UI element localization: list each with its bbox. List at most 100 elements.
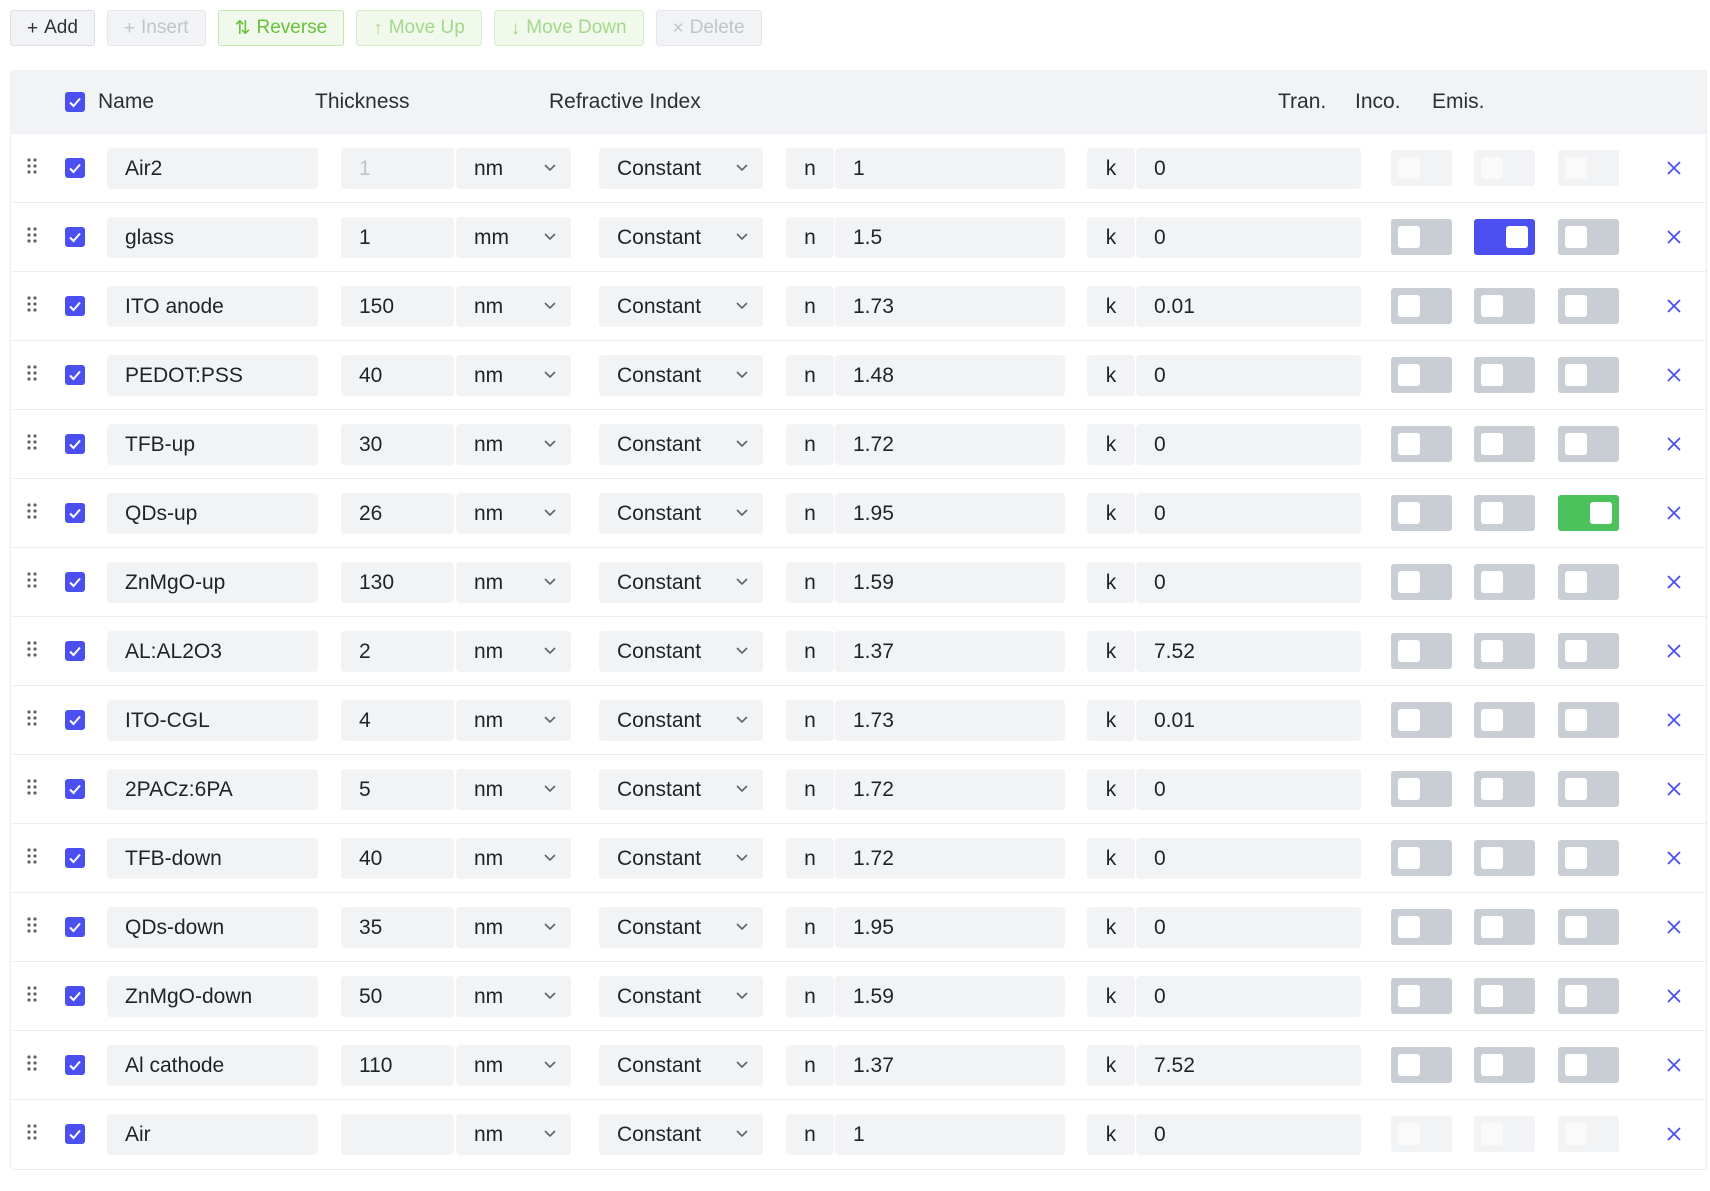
emis-toggle[interactable] xyxy=(1558,1116,1619,1152)
refractive-model-select[interactable]: Constant xyxy=(599,631,763,672)
n-input[interactable]: 1.59 xyxy=(835,562,1065,603)
k-input[interactable]: 7.52 xyxy=(1136,1045,1361,1086)
emis-toggle[interactable] xyxy=(1558,771,1619,807)
thickness-input[interactable]: 40 xyxy=(341,355,454,396)
name-input[interactable]: glass xyxy=(107,217,318,258)
row-checkbox[interactable] xyxy=(65,986,85,1006)
k-input[interactable]: 0 xyxy=(1136,838,1361,879)
drag-handle-icon[interactable] xyxy=(25,363,39,387)
close-icon[interactable] xyxy=(1664,434,1684,454)
drag-handle-icon[interactable] xyxy=(25,225,39,249)
thickness-unit-select[interactable]: nm xyxy=(456,424,571,465)
thickness-unit-select[interactable]: nm xyxy=(456,700,571,741)
emis-toggle[interactable] xyxy=(1558,564,1619,600)
tran-toggle[interactable] xyxy=(1391,702,1452,738)
n-input[interactable]: 1.37 xyxy=(835,1045,1065,1086)
k-input[interactable]: 0 xyxy=(1136,976,1361,1017)
refractive-model-select[interactable]: Constant xyxy=(599,562,763,603)
thickness-unit-select[interactable]: nm xyxy=(456,148,571,189)
emis-toggle[interactable] xyxy=(1558,495,1619,531)
tran-toggle[interactable] xyxy=(1391,840,1452,876)
thickness-unit-select[interactable]: nm xyxy=(456,355,571,396)
drag-handle-icon[interactable] xyxy=(25,570,39,594)
thickness-input[interactable]: 2 xyxy=(341,631,454,672)
thickness-unit-select[interactable]: nm xyxy=(456,769,571,810)
thickness-unit-select[interactable]: mm xyxy=(456,217,571,258)
select-all-checkbox[interactable] xyxy=(65,92,85,112)
name-input[interactable]: QDs-down xyxy=(107,907,318,948)
k-input[interactable]: 0.01 xyxy=(1136,700,1361,741)
n-input[interactable]: 1.95 xyxy=(835,907,1065,948)
name-input[interactable]: ZnMgO-down xyxy=(107,976,318,1017)
close-icon[interactable] xyxy=(1664,158,1684,178)
n-input[interactable]: 1.72 xyxy=(835,838,1065,879)
inco-toggle[interactable] xyxy=(1474,219,1535,255)
drag-handle-icon[interactable] xyxy=(25,294,39,318)
drag-handle-icon[interactable] xyxy=(25,777,39,801)
n-input[interactable]: 1.72 xyxy=(835,424,1065,465)
refractive-model-select[interactable]: Constant xyxy=(599,148,763,189)
n-input[interactable]: 1.59 xyxy=(835,976,1065,1017)
inco-toggle[interactable] xyxy=(1474,426,1535,462)
thickness-unit-select[interactable]: nm xyxy=(456,1114,571,1155)
inco-toggle[interactable] xyxy=(1474,150,1535,186)
inco-toggle[interactable] xyxy=(1474,909,1535,945)
n-input[interactable]: 1.95 xyxy=(835,493,1065,534)
emis-toggle[interactable] xyxy=(1558,702,1619,738)
refractive-model-select[interactable]: Constant xyxy=(599,700,763,741)
name-input[interactable]: 2PACz:6PA xyxy=(107,769,318,810)
name-input[interactable]: QDs-up xyxy=(107,493,318,534)
inco-toggle[interactable] xyxy=(1474,633,1535,669)
thickness-unit-select[interactable]: nm xyxy=(456,1045,571,1086)
k-input[interactable]: 0 xyxy=(1136,148,1361,189)
name-input[interactable]: ITO anode xyxy=(107,286,318,327)
inco-toggle[interactable] xyxy=(1474,702,1535,738)
thickness-input[interactable]: 30 xyxy=(341,424,454,465)
drag-handle-icon[interactable] xyxy=(25,1053,39,1077)
tran-toggle[interactable] xyxy=(1391,771,1452,807)
thickness-input[interactable]: 110 xyxy=(341,1045,454,1086)
k-input[interactable]: 0 xyxy=(1136,907,1361,948)
n-input[interactable]: 1.48 xyxy=(835,355,1065,396)
tran-toggle[interactable] xyxy=(1391,1116,1452,1152)
row-checkbox[interactable] xyxy=(65,365,85,385)
thickness-unit-select[interactable]: nm xyxy=(456,976,571,1017)
insert-button[interactable]: + Insert xyxy=(106,10,206,46)
emis-toggle[interactable] xyxy=(1558,840,1619,876)
refractive-model-select[interactable]: Constant xyxy=(599,424,763,465)
row-checkbox[interactable] xyxy=(65,848,85,868)
k-input[interactable]: 0 xyxy=(1136,562,1361,603)
row-checkbox[interactable] xyxy=(65,158,85,178)
k-input[interactable]: 0 xyxy=(1136,1114,1361,1155)
refractive-model-select[interactable]: Constant xyxy=(599,217,763,258)
refractive-model-select[interactable]: Constant xyxy=(599,1045,763,1086)
close-icon[interactable] xyxy=(1664,710,1684,730)
tran-toggle[interactable] xyxy=(1391,978,1452,1014)
refractive-model-select[interactable]: Constant xyxy=(599,976,763,1017)
name-input[interactable]: TFB-up xyxy=(107,424,318,465)
tran-toggle[interactable] xyxy=(1391,288,1452,324)
name-input[interactable]: Air2 xyxy=(107,148,318,189)
tran-toggle[interactable] xyxy=(1391,426,1452,462)
tran-toggle[interactable] xyxy=(1391,909,1452,945)
close-icon[interactable] xyxy=(1664,641,1684,661)
row-checkbox[interactable] xyxy=(65,1124,85,1144)
close-icon[interactable] xyxy=(1664,848,1684,868)
row-checkbox[interactable] xyxy=(65,227,85,247)
delete-button[interactable]: × Delete xyxy=(655,10,762,46)
k-input[interactable]: 0 xyxy=(1136,493,1361,534)
close-icon[interactable] xyxy=(1664,503,1684,523)
inco-toggle[interactable] xyxy=(1474,978,1535,1014)
thickness-input[interactable]: 26 xyxy=(341,493,454,534)
inco-toggle[interactable] xyxy=(1474,495,1535,531)
inco-toggle[interactable] xyxy=(1474,1047,1535,1083)
name-input[interactable]: TFB-down xyxy=(107,838,318,879)
tran-toggle[interactable] xyxy=(1391,357,1452,393)
thickness-unit-select[interactable]: nm xyxy=(456,631,571,672)
refractive-model-select[interactable]: Constant xyxy=(599,838,763,879)
thickness-input[interactable]: 150 xyxy=(341,286,454,327)
emis-toggle[interactable] xyxy=(1558,633,1619,669)
k-input[interactable]: 0 xyxy=(1136,355,1361,396)
thickness-unit-select[interactable]: nm xyxy=(456,493,571,534)
thickness-input[interactable]: 40 xyxy=(341,838,454,879)
